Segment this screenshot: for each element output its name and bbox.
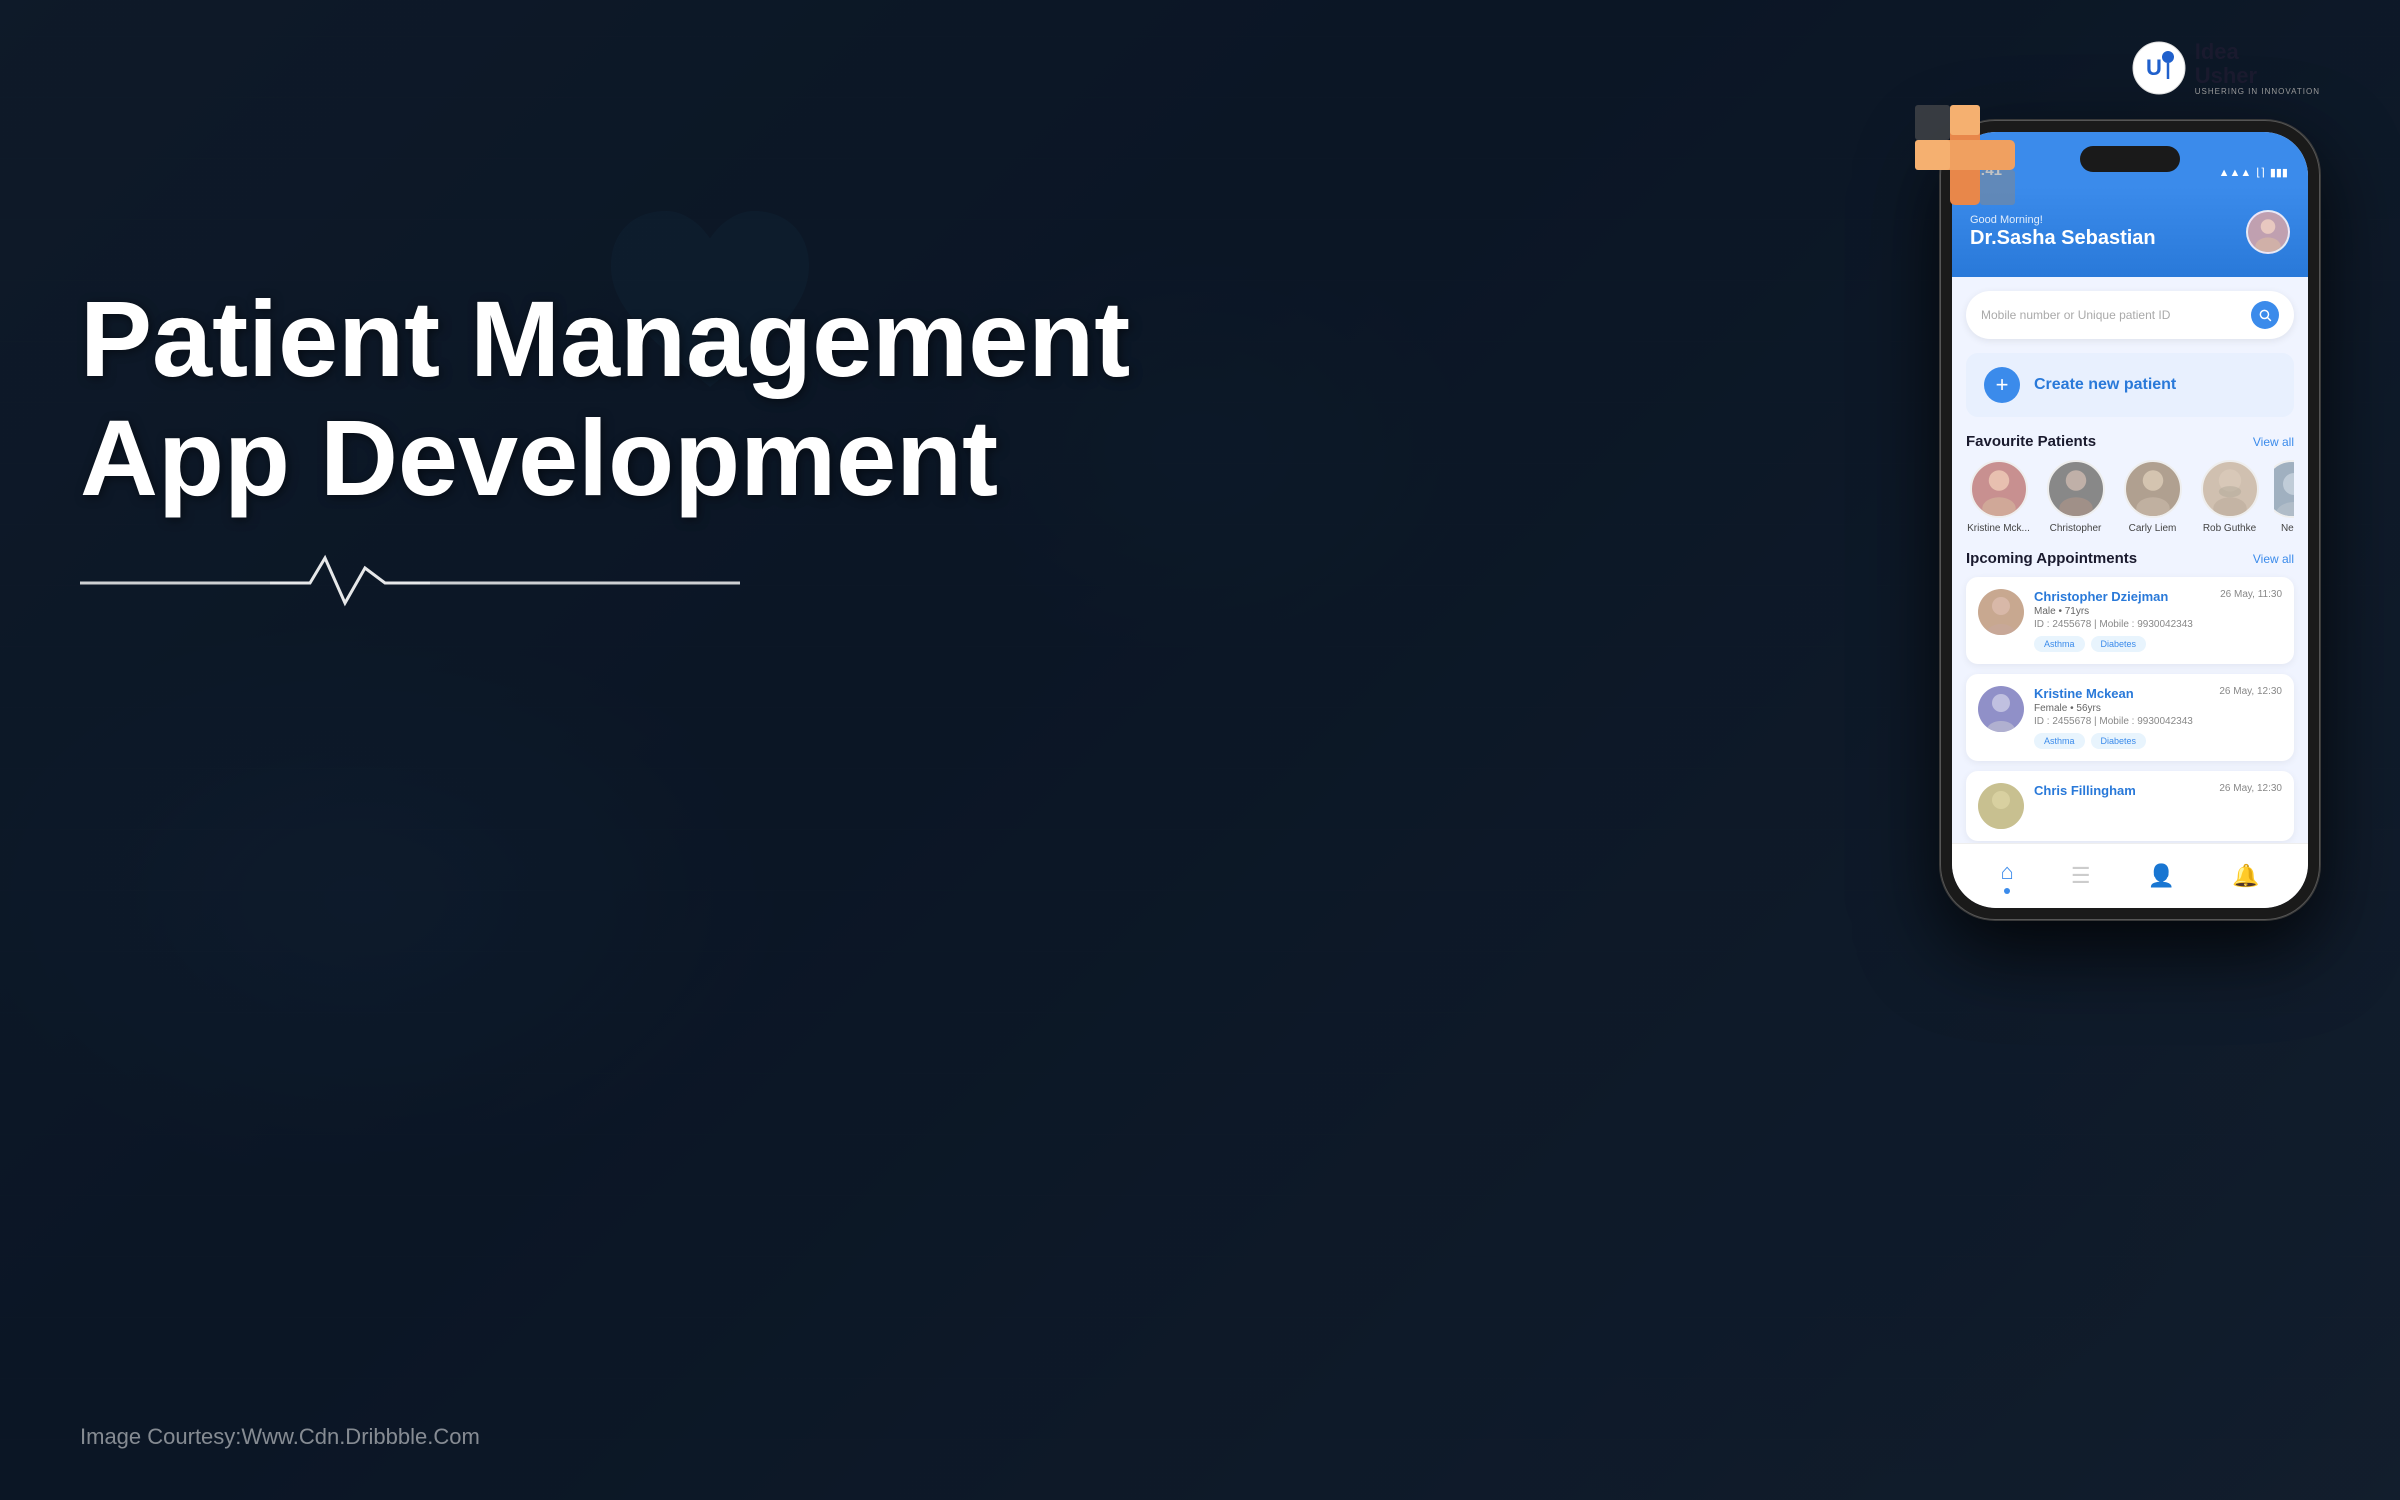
nav-profile[interactable]: 👤 xyxy=(2148,863,2175,889)
nav-active-indicator xyxy=(2004,888,2010,894)
appt-name-row-1: Christopher Dziejman 26 May, 11:30 xyxy=(2034,589,2282,604)
phone-inner: 9:41 ▲▲▲ ⌊⌉ ▮▮▮ Good Morning! Dr.Sasha S… xyxy=(1952,132,2308,908)
signal-icon: ▲▲▲ xyxy=(2219,167,2252,179)
appt-date-2: 26 May, 12:30 xyxy=(2219,686,2282,697)
logo-container: U Idea Usher USHERING IN INNOVATION xyxy=(2132,40,2320,97)
appt-date-1: 26 May, 11:30 xyxy=(2220,589,2282,600)
logo-icon: U xyxy=(2132,41,2187,96)
nav-home[interactable]: ⌂ xyxy=(2001,859,2014,894)
bell-icon: 🔔 xyxy=(2232,863,2259,889)
bottom-nav: ⌂ ☰ 👤 🔔 xyxy=(1952,843,2308,908)
search-placeholder: Mobile number or Unique patient ID xyxy=(1981,308,2241,322)
appointment-card-1[interactable]: Christopher Dziejman 26 May, 11:30 Male … xyxy=(1966,577,2294,664)
appt-name-row-3: Chris Fillingham 26 May, 12:30 xyxy=(2034,783,2282,798)
tag-diabetes-1: Diabetes xyxy=(2091,636,2147,652)
svg-text:U: U xyxy=(2146,55,2162,80)
dynamic-island xyxy=(2080,146,2180,172)
fav-avatar-4 xyxy=(2201,460,2259,518)
appt-tags-1: Asthma Diabetes xyxy=(2034,636,2282,652)
appointment-card-2[interactable]: Kristine Mckean 26 May, 12:30 Female • 5… xyxy=(1966,674,2294,761)
fav-patient-3[interactable]: Carly Liem xyxy=(2120,460,2185,534)
profile-icon: 👤 xyxy=(2148,863,2175,889)
create-patient-button[interactable]: + Create new patient xyxy=(1966,353,2294,417)
logo-subtitle: USHERING IN INNOVATION xyxy=(2195,88,2320,97)
appt-name-1: Christopher Dziejman xyxy=(2034,589,2168,604)
battery-icon: ▮▮▮ xyxy=(2270,166,2288,179)
appt-content-3: Chris Fillingham 26 May, 12:30 xyxy=(2034,783,2282,829)
appt-avatar-2 xyxy=(1978,686,2024,732)
appt-avatar-1 xyxy=(1978,589,2024,635)
appt-content-2: Kristine Mckean 26 May, 12:30 Female • 5… xyxy=(2034,686,2282,749)
fav-patient-2[interactable]: Christopher xyxy=(2043,460,2108,534)
doctor-name: Dr.Sasha Sebastian xyxy=(1970,226,2156,250)
appt-name-3: Chris Fillingham xyxy=(2034,783,2136,798)
fav-name-1: Kristine Mck... xyxy=(1967,523,2030,534)
create-patient-label: Create new patient xyxy=(2034,376,2176,394)
favourite-title: Favourite Patients xyxy=(1966,433,2096,450)
appt-name-2: Kristine Mckean xyxy=(2034,686,2134,701)
wifi-icon: ⌊⌉ xyxy=(2256,166,2265,179)
appointments-view-all[interactable]: View all xyxy=(2253,552,2294,566)
menu-icon: ☰ xyxy=(2071,863,2091,889)
appointments-section-header: Ipcoming Appointments View all xyxy=(1966,550,2294,567)
left-content: Patient Management App Development xyxy=(80,280,1130,613)
status-icons: ▲▲▲ ⌊⌉ ▮▮▮ xyxy=(2219,166,2288,179)
home-icon: ⌂ xyxy=(2001,859,2014,885)
plus-cross-decoration xyxy=(1900,90,2030,220)
page-title: Patient Management App Development xyxy=(80,280,1130,518)
appt-details-1: Male • 71yrs xyxy=(2034,606,2282,617)
title-line2: App Development xyxy=(80,399,1130,518)
favourite-section-header: Favourite Patients View all xyxy=(1966,433,2294,450)
appt-avatar-3 xyxy=(1978,783,2024,829)
phone-mockup: 9:41 ▲▲▲ ⌊⌉ ▮▮▮ Good Morning! Dr.Sasha S… xyxy=(1940,120,2320,920)
fav-patient-5[interactable]: Ne... xyxy=(2274,460,2294,534)
fav-name-3: Carly Liem xyxy=(2129,523,2177,534)
appt-content-1: Christopher Dziejman 26 May, 11:30 Male … xyxy=(2034,589,2282,652)
fav-avatar-5 xyxy=(2274,460,2294,518)
tag-asthma-1: Asthma xyxy=(2034,636,2085,652)
heartbeat-line-icon xyxy=(80,548,740,608)
appt-id-2: ID : 2455678 | Mobile : 9930042343 xyxy=(2034,716,2282,727)
logo-text: Idea Usher USHERING IN INNOVATION xyxy=(2195,40,2320,97)
appointments-title: Ipcoming Appointments xyxy=(1966,550,2137,567)
fav-patient-4[interactable]: Rob Guthke xyxy=(2197,460,2262,534)
favourite-view-all[interactable]: View all xyxy=(2253,435,2294,449)
fav-name-4: Rob Guthke xyxy=(2203,523,2256,534)
fav-name-2: Christopher xyxy=(2050,523,2102,534)
appt-date-3: 26 May, 12:30 xyxy=(2219,783,2282,794)
fav-patient-1[interactable]: Kristine Mck... xyxy=(1966,460,2031,534)
appt-name-row-2: Kristine Mckean 26 May, 12:30 xyxy=(2034,686,2282,701)
tag-diabetes-2: Diabetes xyxy=(2091,733,2147,749)
phone-body: Mobile number or Unique patient ID + Cre… xyxy=(1952,277,2308,843)
tag-asthma-2: Asthma xyxy=(2034,733,2085,749)
appointment-card-3[interactable]: Chris Fillingham 26 May, 12:30 xyxy=(1966,771,2294,841)
search-button[interactable] xyxy=(2251,301,2279,329)
fav-avatar-2 xyxy=(2047,460,2105,518)
phone-outer: 9:41 ▲▲▲ ⌊⌉ ▮▮▮ Good Morning! Dr.Sasha S… xyxy=(1940,120,2320,920)
appt-details-2: Female • 56yrs xyxy=(2034,703,2282,714)
fav-avatar-3 xyxy=(2124,460,2182,518)
doctor-avatar[interactable] xyxy=(2246,210,2290,254)
logo-usher: Usher xyxy=(2195,64,2320,88)
nav-notifications[interactable]: 🔔 xyxy=(2232,863,2259,889)
title-line1: Patient Management xyxy=(80,280,1130,399)
fav-name-5: Ne... xyxy=(2281,523,2294,534)
logo-idea: Idea xyxy=(2195,40,2320,64)
favourite-patients-list: Kristine Mck... Christopher xyxy=(1966,460,2294,534)
nav-menu[interactable]: ☰ xyxy=(2071,863,2091,889)
image-courtesy: Image Courtesy:Www.Cdn.Dribbble.Com xyxy=(80,1424,480,1450)
appt-id-1: ID : 2455678 | Mobile : 9930042343 xyxy=(2034,619,2282,630)
fav-avatar-1 xyxy=(1970,460,2028,518)
plus-icon: + xyxy=(1984,367,2020,403)
search-bar[interactable]: Mobile number or Unique patient ID xyxy=(1966,291,2294,339)
appt-tags-2: Asthma Diabetes xyxy=(2034,733,2282,749)
